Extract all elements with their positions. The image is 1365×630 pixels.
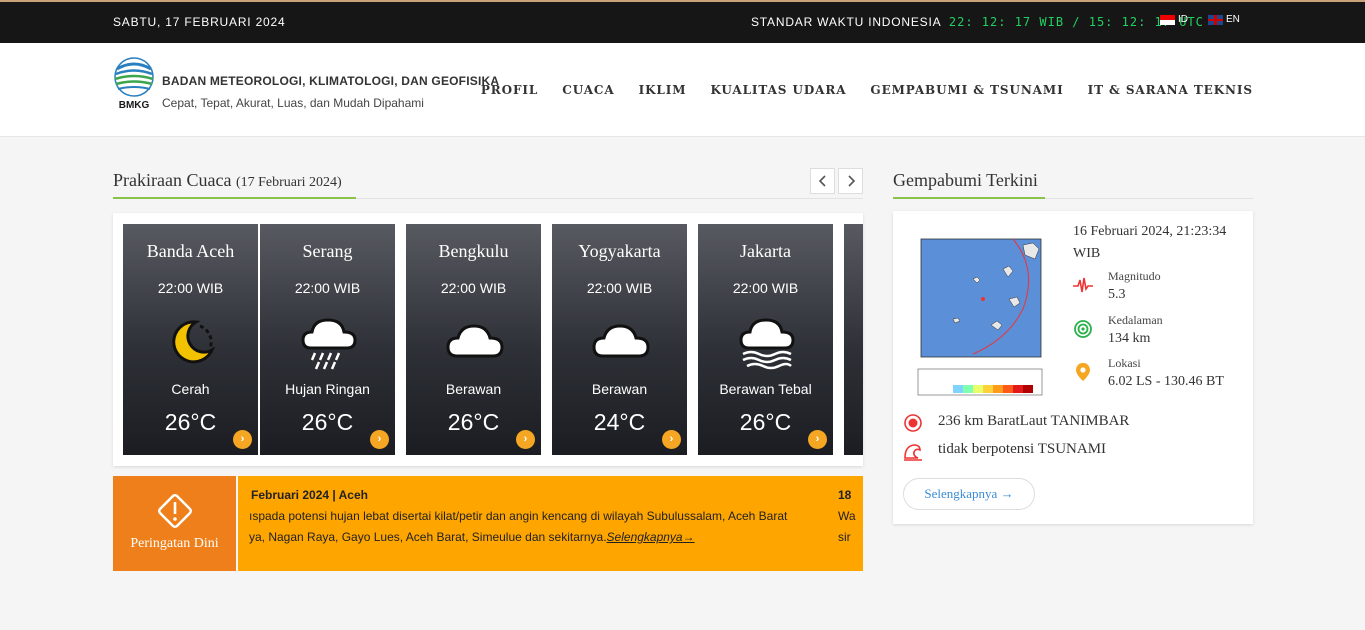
magnitude-value: 5.3 [1108,287,1126,302]
forecast-title-text: Prakiraan Cuaca [113,170,232,190]
uk-flag-icon [1208,14,1223,25]
card-desc: Berawan [445,381,502,397]
org-name: BADAN METEOROLOGI, KLIMATOLOGI, DAN GEOF… [162,74,500,88]
forecast-card[interactable]: Jakarta 22:00 WIB Berawan Tebal 26°C › [698,224,833,455]
early-warning-label: Peringatan Dini [130,536,219,551]
forecast-card[interactable]: Banda Aceh 22:00 WIB Cerah 26°C › [123,224,258,455]
nav-kualitas-udara[interactable]: KUALITAS UDARA [710,83,846,97]
warning-next-heading: 18 [838,488,852,502]
forecast-carousel: Banda Aceh 22:00 WIB Cerah 26°C › Serang… [113,213,863,466]
location-value: 6.02 LS - 130.46 BT [1108,374,1224,389]
bmkg-logo[interactable]: BMKG [113,57,155,111]
epicenter-icon [904,414,922,432]
earthquake-title: Gempabumi Terkini [893,170,1038,190]
nav-iklim[interactable]: IKLIM [639,83,687,97]
earthquake-underline [893,197,1045,199]
nav-cuaca[interactable]: CUACA [562,83,614,97]
forecast-underline [113,197,356,199]
warning-icon [158,494,192,528]
card-time: 22:00 WIB [440,280,507,296]
map-pin-icon [1076,363,1090,381]
card-city: Serang [302,241,353,261]
chevron-right-icon: › [240,433,245,445]
chevron-right-icon: › [377,433,382,445]
current-date: SABTU, 17 FEBRUARI 2024 [113,15,286,29]
chevron-right-icon: › [669,433,674,445]
warning-next-line-2: sir [838,530,851,544]
cloud-icon [592,324,650,358]
time-label: STANDAR WAKTU INDONESIA [751,15,941,29]
tsunami-wave-icon [904,444,922,461]
chevron-left-icon [818,175,826,187]
earthquake-datetime: 16 Februari 2024, 21:23:34 WIB [1073,224,1227,261]
heavy-cloud-icon [739,318,795,370]
chevron-right-icon: › [523,433,528,445]
card-time: 22:00 WIB [732,280,799,296]
magnitude-label: Magnitudo [1108,269,1161,283]
tsunami-text: tidak berpotensi TSUNAMI [938,441,1107,457]
forecast-card[interactable]: Serang 22:00 WIB Hujan Ringan 26°C › [260,224,395,455]
depth-value: 134 km [1108,331,1151,346]
warning-heading: Februari 2024 | Aceh [251,488,368,502]
earthquake-map-image[interactable] [913,229,1046,397]
card-time: 22:00 WIB [294,280,361,296]
card-detail-button[interactable]: › [516,430,535,449]
card-detail-button[interactable]: › [808,430,827,449]
warning-line-2-text: ya, Nagan Raya, Gayo Lues, Aceh Barat, S… [249,530,607,544]
location-label: Lokasi [1108,356,1141,370]
card-detail-button[interactable]: › [662,430,681,449]
nav-profil[interactable]: PROFIL [481,83,538,97]
logo-text: BMKG [119,100,150,111]
card-detail-button[interactable]: › [370,430,389,449]
earthquake-more-button[interactable]: Selengkapnya → [903,478,1035,510]
nav-it-sarana-teknis[interactable]: IT & SARANA TEKNIS [1088,83,1253,97]
forecast-card[interactable]: Bengkulu 22:00 WIB Berawan 26°C › [406,224,541,455]
card-city: Yogyakarta [578,241,661,261]
top-bar: SABTU, 17 FEBRUARI 2024 STANDAR WAKTU IN… [0,0,1365,43]
card-desc: Hujan Ringan [285,381,370,397]
forecast-date: (17 Februari 2024) [235,175,342,190]
forecast-card[interactable]: Yogyakarta 22:00 WIB Berawan 24°C › [552,224,687,455]
indonesia-flag-icon [1160,14,1175,25]
rain-cloud-icon [301,318,357,370]
org-tagline: Cepat, Tepat, Akurat, Luas, dan Mudah Di… [162,96,424,110]
card-city: Jakarta [740,241,791,261]
main-nav: PROFIL CUACA IKLIM KUALITAS UDARA GEMPAB… [481,83,1253,97]
warning-more-link[interactable]: Selengkapnya→ [607,530,695,544]
early-warning-ticker: Februari 2024 | Aceh ıspada potensi huja… [238,476,863,571]
distance-text: 236 km BaratLaut TANIMBAR [938,413,1130,429]
forecast-prev-button[interactable] [810,168,835,194]
nav-gempabumi-tsunami[interactable]: GEMPABUMI & TSUNAMI [870,83,1063,97]
chevron-right-icon [847,175,855,187]
depth-label: Kedalaman [1108,313,1163,327]
warning-next-line-1: Wa [838,509,856,523]
moon-icon [172,320,216,364]
card-time: 22:00 WIB [586,280,653,296]
forecast-next-button[interactable] [838,168,863,194]
card-city: Bengkulu [438,241,509,261]
time-standard: STANDAR WAKTU INDONESIA 22: 12: 17 WIB /… [751,15,1204,29]
card-time: 22:00 WIB [157,280,224,296]
depth-target-icon [1074,320,1092,338]
seismograph-icon [1073,277,1093,293]
warning-line-1: ıspada potensi hujan lebat disertai kila… [249,509,788,523]
earthquake-card: 16 Februari 2024, 21:23:34 WIB Magnitudo… [893,211,1253,524]
card-city: Banda Aceh [146,241,235,261]
language-en-link[interactable]: EN [1208,14,1240,25]
site-header: BMKG BADAN METEOROLOGI, KLIMATOLOGI, DAN… [0,43,1365,137]
card-detail-button[interactable]: › [233,430,252,449]
early-warning-label-box[interactable]: Peringatan Dini [113,476,236,571]
card-desc: Berawan Tebal [719,381,812,397]
card-desc: Berawan [591,381,648,397]
language-id-label: ID [1178,14,1188,25]
card-desc: Cerah [171,381,210,397]
language-en-label: EN [1226,14,1240,25]
chevron-right-icon: › [815,433,820,445]
cloud-icon [446,324,504,358]
language-id-link[interactable]: ID [1160,14,1188,25]
forecast-title: Prakiraan Cuaca (17 Februari 2024) [113,170,342,191]
warning-line-2: ya, Nagan Raya, Gayo Lues, Aceh Barat, S… [249,530,695,544]
forecast-card-partial[interactable] [844,224,863,455]
